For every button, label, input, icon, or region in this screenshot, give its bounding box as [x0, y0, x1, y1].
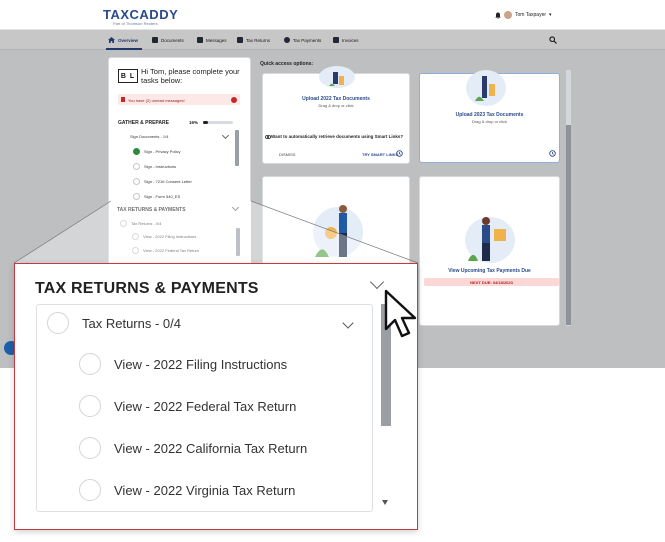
- close-icon[interactable]: [231, 96, 237, 103]
- incomplete-circle-icon: [47, 312, 69, 334]
- section-title: TAX RETURNS & PAYMENTS: [35, 280, 259, 297]
- avatar[interactable]: [504, 11, 512, 19]
- history-icon[interactable]: [549, 150, 556, 157]
- chevron-down-icon[interactable]: [369, 274, 385, 290]
- incomplete-circle-icon: [79, 395, 101, 417]
- incomplete-circle-icon: [132, 247, 139, 254]
- mouse-pointer-icon: [384, 289, 417, 338]
- incomplete-circle-icon: [133, 178, 140, 185]
- sign-item[interactable]: Sign - Form 540_ES: [133, 193, 180, 200]
- progress-ring-icon: [119, 133, 126, 140]
- next-due-badge: NEXT DUE: 04/18/2023: [424, 278, 559, 286]
- gather-progress-text: 16%: [189, 120, 199, 125]
- upload-2023-card[interactable]: Upload 2023 Tax Documents Drag & drop or…: [419, 70, 560, 163]
- taxcaddy-logo[interactable]: TAXCADDY: [103, 7, 178, 22]
- upload-2022-card[interactable]: Upload 2022 Tax Documents Drag & drop or…: [262, 66, 410, 164]
- tax-returns-group[interactable]: Tax Returns - 0/4: [47, 311, 181, 335]
- chevron-down-icon: ▾: [549, 12, 552, 18]
- person-illustration: [315, 205, 347, 257]
- main-scrollbar-thumb[interactable]: [566, 125, 571, 325]
- incomplete-circle-icon: [132, 233, 139, 240]
- history-icon[interactable]: [396, 150, 403, 157]
- returns-item-small[interactable]: View - 2022 Federal Tax Return: [132, 247, 199, 254]
- incomplete-circle-icon: [133, 193, 140, 200]
- upload-2023-subtitle: Drag & drop or click: [471, 119, 508, 124]
- gather-progress-bar: [203, 121, 233, 124]
- upload-2022-subtitle: Drag & drop or click: [318, 103, 354, 108]
- incomplete-circle-icon: [79, 353, 101, 375]
- group-label: Tax Returns - 0/4: [82, 315, 181, 331]
- firm-badge: B L: [118, 69, 138, 83]
- scroll-down-arrow-icon[interactable]: [382, 500, 388, 505]
- task-panel-scrollbar[interactable]: [235, 130, 239, 166]
- tax-returns-list: Tax Returns - 0/4 View - 2022 Filing Ins…: [36, 304, 373, 512]
- gather-progress-fill: [203, 121, 208, 124]
- smart-links-question: Want to automatically retrieve documents…: [271, 134, 404, 139]
- unread-alert[interactable]: You have (2) unread messages!: [118, 94, 240, 105]
- person-illustration: [329, 72, 344, 86]
- returns-item-small[interactable]: View - 2022 Filing Instructions: [132, 233, 196, 240]
- incomplete-circle-icon: [133, 163, 140, 170]
- sign-item[interactable]: Sign - 7216 Consent Letter: [133, 178, 192, 185]
- quick-access-title: Quick access options:: [260, 61, 314, 67]
- chevron-down-icon[interactable]: [231, 203, 240, 212]
- top-bar: TAXCADDY Part of Thomson Reuters Tom Tax…: [0, 0, 665, 30]
- list-item[interactable]: View - 2022 California Tax Return: [79, 436, 307, 460]
- person-illustration: [475, 76, 495, 101]
- sign-item[interactable]: Sign - Instructions: [133, 163, 176, 170]
- person-illustration: [468, 217, 506, 261]
- check-icon: [133, 148, 140, 155]
- gather-prepare-title: GATHER & PREPARE: [118, 120, 169, 126]
- returns-group-small[interactable]: Tax Returns - 0/4: [120, 220, 161, 227]
- returns-panel-scrollbar[interactable]: [236, 228, 240, 256]
- incomplete-circle-icon: [120, 220, 127, 227]
- zoom-callout: TAX RETURNS & PAYMENTS Tax Returns - 0/4…: [14, 263, 418, 530]
- returns-title-small: TAX RETURNS & PAYMENTS: [117, 207, 186, 213]
- tutorial-screenshot: TAXCADDY Part of Thomson Reuters Tom Tax…: [0, 0, 665, 542]
- bell-icon[interactable]: [495, 12, 501, 19]
- upload-2023-title: Upload 2023 Tax Documents: [455, 112, 524, 118]
- try-smart-links-button[interactable]: TRY SMART LINKS: [362, 152, 398, 157]
- list-item[interactable]: View - 2022 Federal Tax Return: [79, 394, 296, 418]
- flag-icon: [121, 97, 125, 102]
- logo-subtitle: Part of Thomson Reuters: [113, 21, 158, 26]
- incomplete-circle-icon: [79, 437, 101, 459]
- user-name: Tom Taxpayer: [515, 12, 547, 18]
- tax-payments-card[interactable]: View Upcoming Tax Payments Due: [419, 176, 560, 326]
- returns-panel-highlight: TAX RETURNS & PAYMENTS Tax Returns - 0/4…: [111, 201, 251, 265]
- list-item[interactable]: View - 2022 Filing Instructions: [79, 352, 287, 376]
- dismiss-button[interactable]: DISMISS: [279, 152, 295, 157]
- list-item[interactable]: View - 2022 Virginia Tax Return: [79, 478, 295, 502]
- sign-item[interactable]: Sign - Privacy Policy: [133, 148, 180, 155]
- sign-documents-group[interactable]: Sign Documents - 1/4: [119, 133, 168, 140]
- chevron-down-icon[interactable]: [342, 317, 354, 329]
- payments-title: View Upcoming Tax Payments Due: [448, 268, 531, 274]
- upload-2022-title: Upload 2022 Tax Documents: [302, 96, 370, 102]
- incomplete-circle-icon: [79, 479, 101, 501]
- chevron-down-icon[interactable]: [221, 131, 230, 140]
- greeting-text: Hi Tom, please complete your tasks below…: [141, 67, 240, 85]
- user-menu[interactable]: Tom Taxpayer ▾: [495, 11, 552, 19]
